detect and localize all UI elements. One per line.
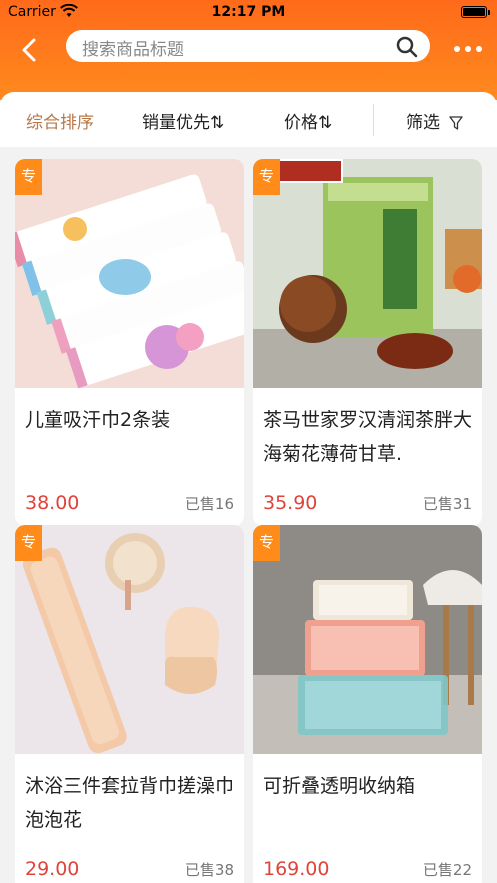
chevron-left-icon[interactable] bbox=[16, 36, 44, 64]
product-card[interactable]: 专 沐浴三件套拉背巾搓澡巾泡泡花 29.00 已售38 bbox=[15, 525, 244, 883]
product-sold-count: 已售16 bbox=[184, 495, 234, 513]
clock: 12:17 PM bbox=[211, 4, 286, 20]
battery-icon bbox=[461, 6, 490, 18]
product-title: 儿童吸汗巾2条装 bbox=[25, 409, 171, 431]
sort-bar: 综合排序 销量优先⇅ 价格⇅ 筛选 bbox=[0, 92, 497, 147]
exclusive-tag: 专 bbox=[15, 525, 42, 561]
status-bar: Carrier 12:17 PM bbox=[0, 0, 497, 26]
product-card[interactable]: 专 可折叠透明收纳箱 169.00 已售22 bbox=[253, 525, 482, 883]
exclusive-tag: 专 bbox=[253, 525, 280, 561]
product-sold-count: 已售31 bbox=[422, 495, 472, 513]
product-sold-count: 已售22 bbox=[422, 861, 472, 879]
product-price: 169.00 bbox=[263, 858, 330, 880]
product-image bbox=[253, 525, 482, 754]
top-header: Carrier 12:17 PM 搜索商品标题 bbox=[0, 0, 497, 100]
filter-icon bbox=[449, 116, 464, 130]
search-placeholder: 搜索商品标题 bbox=[82, 40, 184, 60]
filter-button[interactable]: 筛选 bbox=[406, 108, 464, 133]
sort-sales[interactable]: 销量优先⇅ bbox=[142, 108, 224, 133]
product-price: 35.90 bbox=[263, 492, 318, 514]
sort-comprehensive[interactable]: 综合排序 bbox=[26, 108, 94, 133]
product-image bbox=[15, 159, 244, 388]
exclusive-tag: 专 bbox=[15, 159, 42, 195]
product-card[interactable]: 专 儿童吸汗巾2条装 38.00 已售16 bbox=[15, 159, 244, 526]
product-sold-count: 已售38 bbox=[184, 861, 234, 879]
product-image bbox=[15, 525, 244, 754]
product-price: 29.00 bbox=[25, 858, 80, 880]
product-image bbox=[253, 159, 482, 388]
product-title: 茶马世家罗汉清润茶胖大海菊花薄荷甘草. bbox=[263, 409, 473, 465]
filter-label: 筛选 bbox=[406, 113, 440, 133]
search-input[interactable]: 搜索商品标题 bbox=[66, 30, 430, 62]
exclusive-tag: 专 bbox=[253, 159, 280, 195]
product-price: 38.00 bbox=[25, 492, 80, 514]
search-icon[interactable] bbox=[396, 36, 418, 58]
product-title: 沐浴三件套拉背巾搓澡巾泡泡花 bbox=[25, 775, 235, 831]
product-title: 可折叠透明收纳箱 bbox=[263, 775, 416, 797]
sort-price[interactable]: 价格⇅ bbox=[284, 108, 332, 133]
more-dots-icon[interactable] bbox=[454, 44, 482, 54]
divider bbox=[373, 104, 374, 136]
product-card[interactable]: 专 茶马世家罗汉清润茶胖大海菊花薄荷甘草. 35.90 已售31 bbox=[253, 159, 482, 526]
